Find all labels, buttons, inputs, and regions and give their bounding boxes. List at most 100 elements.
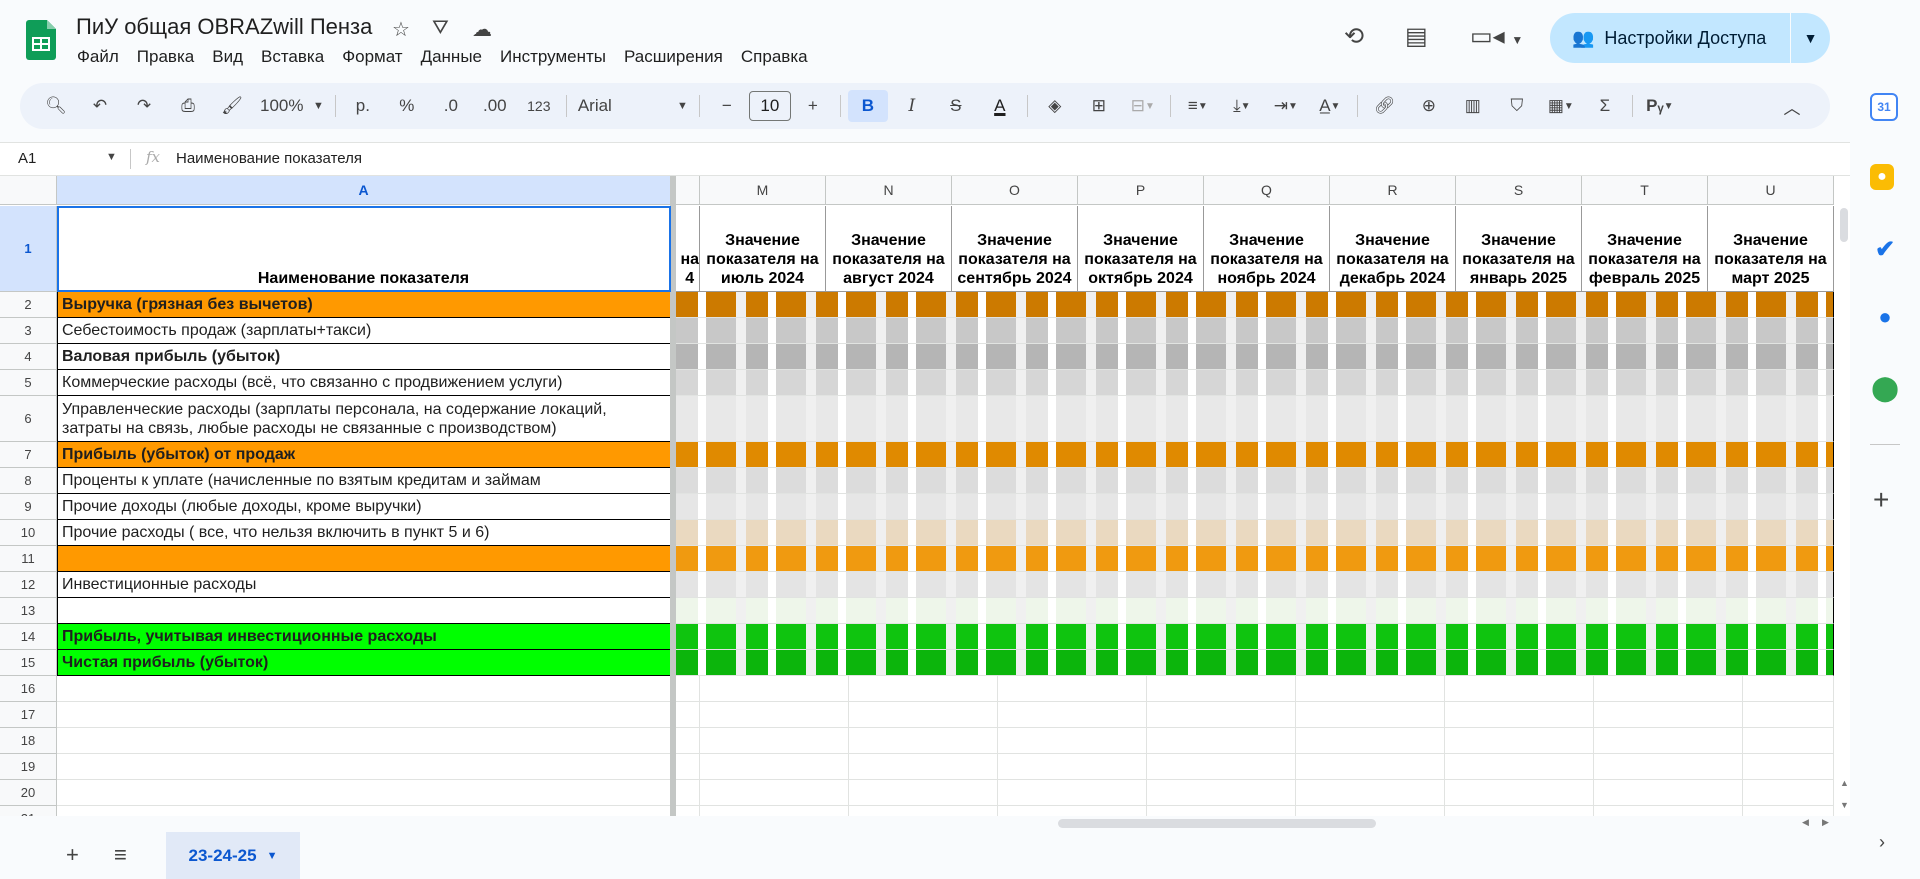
tasks-icon[interactable]: ✔ (1870, 234, 1900, 264)
month-header-cell[interactable]: Значение показателя на март 2025 (1708, 206, 1834, 292)
maps-icon[interactable]: ⬤ (1870, 373, 1900, 403)
empty-row[interactable] (676, 780, 1834, 806)
scroll-down-icon[interactable]: ▼ (1840, 800, 1849, 810)
contacts-icon[interactable]: ● (1870, 302, 1900, 332)
font-size-increase-icon[interactable]: + (793, 90, 833, 122)
month-header-cell[interactable]: Значение показателя на август 2024 (826, 206, 952, 292)
bold-button[interactable]: B (847, 90, 888, 122)
row-header-20[interactable]: 20 (0, 780, 57, 806)
print-icon[interactable]: ⎙ (168, 90, 208, 122)
spreadsheet-grid[interactable]: A MNOPQRSTU 1 2 3 4 5 6 7 8 9 10 11 12 13 14 15 16 17 18 1… (0, 176, 1850, 816)
link-icon[interactable]: 🔗︎ (1365, 90, 1405, 122)
label-cell[interactable]: Прибыль (убыток) от продаж (57, 442, 671, 468)
menu-help[interactable]: Справка (732, 47, 817, 67)
label-cell[interactable]: Прибыль, учитывая инвестиционные расходы (57, 624, 671, 650)
name-box[interactable]: A1 (18, 150, 36, 167)
label-cell[interactable]: Инвестиционные расходы (57, 572, 671, 598)
row-header-14[interactable]: 14 (0, 624, 57, 650)
formula-input[interactable]: Наименование показателя (176, 150, 362, 167)
label-cell[interactable] (57, 598, 671, 624)
month-header-cell[interactable]: Значение показателя на декабрь 2024 (1330, 206, 1456, 292)
horizontal-align-icon[interactable]: ≡ ▼ (1178, 90, 1218, 122)
label-cell[interactable]: Выручка (грязная без вычетов) (57, 292, 671, 318)
menu-insert[interactable]: Вставка (252, 47, 333, 67)
all-sheets-icon[interactable]: ≡ (114, 842, 127, 868)
freeze-divider[interactable] (670, 176, 676, 816)
month-header-cell[interactable]: Значение показателя на октябрь 2024 (1078, 206, 1204, 292)
functions-icon[interactable]: Σ (1585, 90, 1625, 122)
add-sheet-icon[interactable]: + (66, 842, 79, 868)
month-header-cell[interactable]: Значение показателя на ноябрь 2024 (1204, 206, 1330, 292)
menu-tools[interactable]: Инструменты (491, 47, 615, 67)
empty-cell[interactable] (57, 780, 671, 806)
empty-cell[interactable] (57, 676, 671, 702)
row-header-12[interactable]: 12 (0, 572, 57, 598)
label-cell[interactable]: Чистая прибыль (убыток) (57, 650, 671, 676)
row-header-17[interactable]: 17 (0, 702, 57, 728)
col-header-q[interactable]: Q (1204, 176, 1330, 205)
row-header-11[interactable]: 11 (0, 546, 57, 572)
calendar-icon[interactable]: 31 (1870, 93, 1898, 121)
add-icon[interactable]: + (1873, 484, 1889, 516)
vertical-align-icon[interactable]: ⤓ ▼ (1222, 90, 1262, 122)
meet-icon[interactable]: ▭◂ ▼ (1470, 22, 1523, 51)
input-tools-icon[interactable]: Pᵧ ▼ (1640, 90, 1680, 122)
col-header-u[interactable]: U (1708, 176, 1834, 205)
sheet-tab[interactable]: 23-24-25 ▼ (166, 832, 300, 879)
row-header-3[interactable]: 3 (0, 318, 57, 344)
move-icon[interactable]: ⛛ (432, 17, 449, 40)
text-rotate-icon[interactable]: A̲ ▼ (1310, 90, 1350, 122)
percent-button[interactable]: % (387, 90, 427, 122)
row-header-13[interactable]: 13 (0, 598, 57, 624)
menu-data[interactable]: Данные (412, 47, 491, 67)
share-main[interactable]: 👥 Настройки Доступа (1550, 28, 1790, 49)
label-cell[interactable]: Прочие доходы (любые доходы, кроме выруч… (57, 494, 671, 520)
empty-row[interactable] (676, 806, 1834, 816)
month-header-cell[interactable]: Значение показателя на январь 2025 (1456, 206, 1582, 292)
comments-icon[interactable]: ▤ (1405, 22, 1428, 51)
row-header-6[interactable]: 6 (0, 396, 57, 442)
menu-edit[interactable]: Правка (128, 47, 203, 67)
row-header-8[interactable]: 8 (0, 468, 57, 494)
italic-button[interactable]: I (892, 90, 932, 122)
text-color-button[interactable]: A (980, 90, 1020, 122)
font-size-decrease-icon[interactable]: − (707, 90, 747, 122)
zoom-select[interactable]: 100% ▼ (256, 90, 328, 122)
share-button[interactable]: 👥 Настройки Доступа ▼ (1550, 13, 1830, 63)
fill-color-icon[interactable]: ◈ (1035, 90, 1075, 122)
empty-row[interactable] (676, 728, 1834, 754)
col-header-o[interactable]: O (952, 176, 1078, 205)
number-format-button[interactable]: 123 (519, 90, 559, 122)
row-header-2[interactable]: 2 (0, 292, 57, 318)
col-header-n[interactable]: N (826, 176, 952, 205)
menu-format[interactable]: Формат (333, 47, 411, 67)
vertical-scrollbar[interactable] (1840, 208, 1848, 242)
filter-icon[interactable]: ⛉ (1497, 90, 1537, 122)
increase-decimal-button[interactable]: .00 (475, 90, 515, 122)
horizontal-scrollbar[interactable] (1058, 819, 1376, 828)
row-header-19[interactable]: 19 (0, 754, 57, 780)
text-wrap-icon[interactable]: ⇥ ▼ (1266, 90, 1306, 122)
row-header-10[interactable]: 10 (0, 520, 57, 546)
cell-partial-header[interactable]: на 4 (676, 206, 700, 292)
row-header-18[interactable]: 18 (0, 728, 57, 754)
label-cell[interactable]: Коммерческие расходы (всё, что связанно … (57, 370, 671, 396)
merge-cells-icon[interactable]: ⊟ ▼ (1123, 90, 1163, 122)
font-size-input[interactable]: 10 (748, 91, 791, 121)
decrease-decimal-button[interactable]: .0 (431, 90, 471, 122)
expand-panel-icon[interactable]: › (1879, 832, 1885, 853)
select-all-corner[interactable] (0, 176, 57, 205)
col-header-p[interactable]: P (1078, 176, 1204, 205)
comment-icon[interactable]: ⊕ (1409, 90, 1449, 122)
menu-file[interactable]: Файл (68, 47, 128, 67)
undo-icon[interactable]: ↶ (80, 90, 120, 122)
col-header-m[interactable]: M (700, 176, 826, 205)
label-cell[interactable]: Себестоимость продаж (зарплаты+такси) (57, 318, 671, 344)
row-header-9[interactable]: 9 (0, 494, 57, 520)
col-header-r[interactable]: R (1330, 176, 1456, 205)
col-header-s[interactable]: S (1456, 176, 1582, 205)
name-box-dropdown-icon[interactable]: ▼ (106, 151, 117, 163)
label-cell[interactable] (57, 546, 671, 572)
row-header-16[interactable]: 16 (0, 676, 57, 702)
scroll-left-icon[interactable]: ◀ (1802, 817, 1809, 828)
